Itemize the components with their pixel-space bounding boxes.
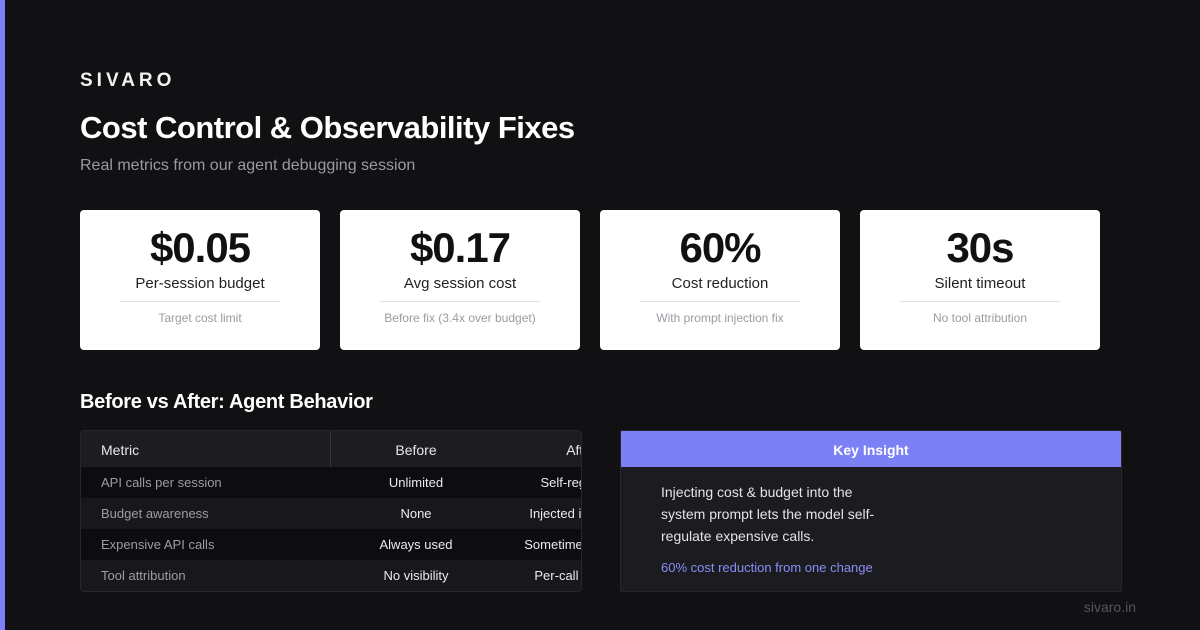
insight-highlight: 60% cost reduction from one change [661,560,873,575]
key-insight-panel: Key Insight Injecting cost & budget into… [620,430,1122,592]
row-after: Per-call tracking [534,568,581,583]
row-after: Injected in prompt [529,506,582,521]
accent-bar [0,0,5,630]
card-divider [900,301,1060,302]
metric-label: Avg session cost [403,275,517,292]
metric-value: 30s [946,224,1014,271]
metric-note: Before fix (3.4x over budget) [384,311,536,325]
insight-heading: Key Insight [621,431,1121,467]
table-row: Tool attribution No visibility Per-call … [81,560,581,591]
table-row: API calls per session Unlimited Self-reg… [81,467,581,498]
metric-value: $0.05 [149,224,251,271]
metric-value: $0.17 [409,224,511,271]
insight-body: Injecting cost & budget into the system … [661,484,875,544]
metric-note: No tool attribution [932,311,1028,325]
metric-value: 60% [679,224,761,271]
page-title: Cost Control & Observability Fixes [80,110,575,145]
card-divider [640,301,800,302]
row-after: Sometimes skipped [524,537,581,552]
table-row: Budget awareness None Injected in prompt [81,498,582,529]
card-divider [380,301,540,302]
card-divider [120,301,280,302]
footer-domain: sivaro.in [1083,599,1136,615]
metric-label: Silent timeout [934,275,1026,292]
column-header-before: Before [395,442,437,458]
comparison-title: Before vs After: Agent Behavior [80,391,373,413]
row-before: None [400,506,432,521]
metric-note: Target cost limit [158,311,242,325]
row-metric: API calls per session [101,475,222,490]
page-subtitle: Real metrics from our agent debugging se… [80,157,416,174]
row-before: Unlimited [388,475,444,490]
column-header-metric: Metric [101,442,140,458]
row-before: No visibility [383,568,449,583]
brand-logo: SIVARO [80,70,176,91]
metric-label: Cost reduction [671,275,769,292]
metric-card-budget: $0.05 Per-session budget Target cost lim… [80,210,320,350]
row-metric: Expensive API calls [101,537,215,552]
metric-card-timeout: 30s Silent timeout No tool attribution [860,210,1100,350]
row-before: Always used [379,537,453,552]
table-header: Metric Before After [81,431,581,467]
metric-label: Per-session budget [135,275,265,292]
metric-card-avg-cost: $0.17 Avg session cost Before fix (3.4x … [340,210,580,350]
table-row: Expensive API calls Always used Sometime… [81,529,581,560]
metric-note: With prompt injection fix [656,311,784,325]
comparison-table: Metric Before After API calls per sessio… [80,430,582,592]
row-metric: Tool attribution [101,568,186,583]
row-metric: Budget awareness [101,506,209,521]
column-header-after: After [566,442,581,458]
row-after: Self-regulated [540,475,581,490]
metric-card-cost-reduction: 60% Cost reduction With prompt injection… [600,210,840,350]
